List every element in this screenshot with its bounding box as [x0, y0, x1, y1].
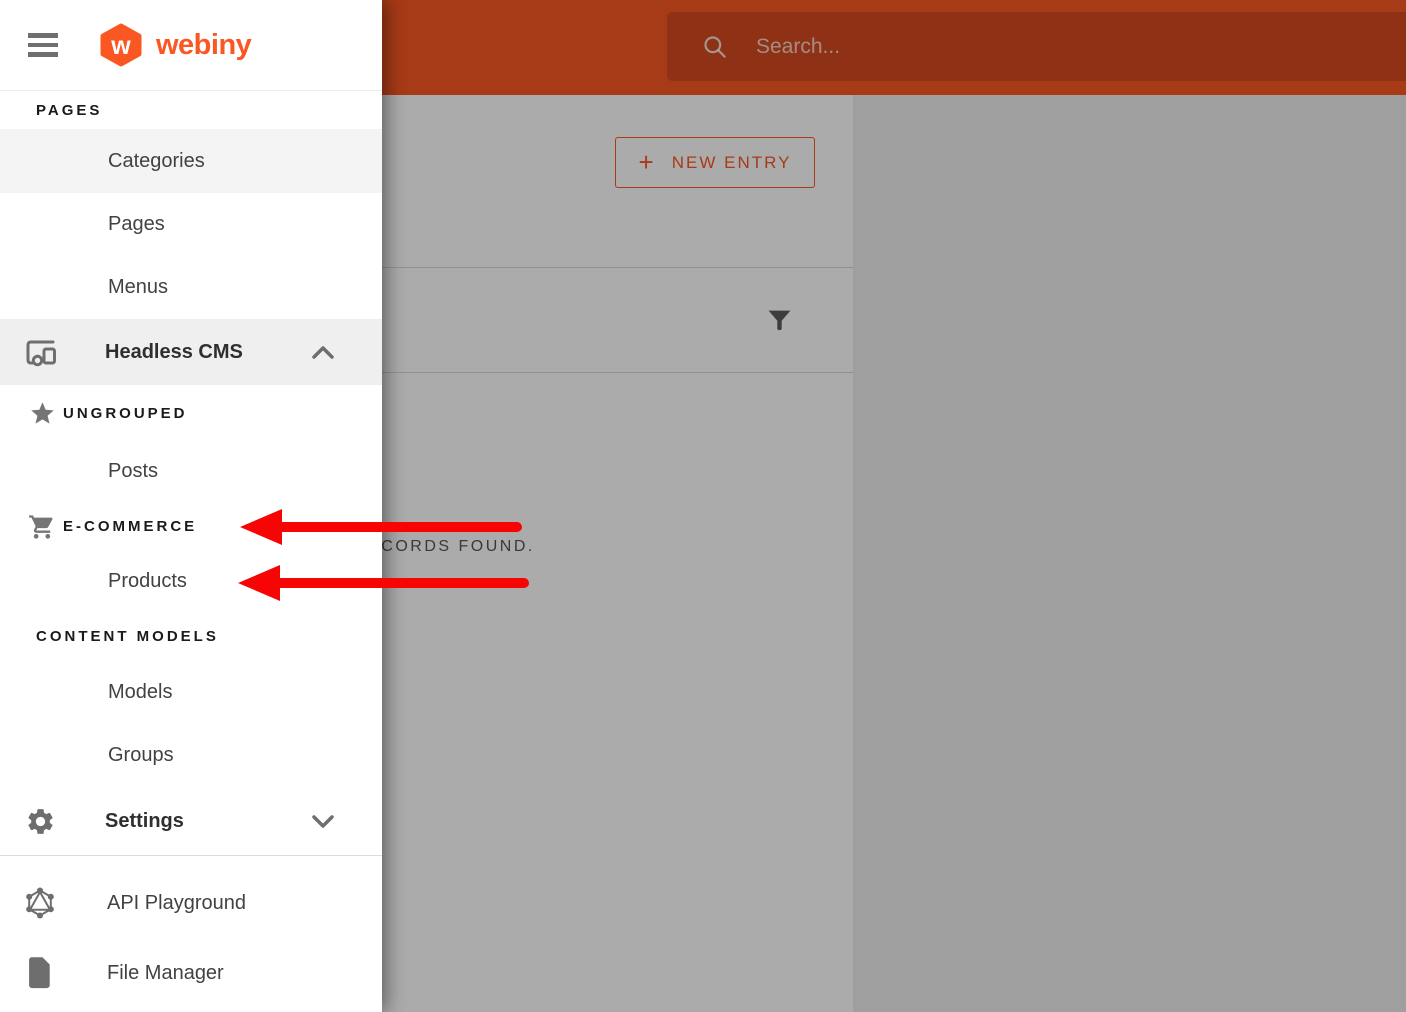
drawer-header: w webiny [0, 0, 382, 91]
webiny-wordmark: webiny [156, 29, 251, 62]
webiny-logo[interactable]: w webiny [99, 23, 251, 67]
webiny-hexagon-icon: w [99, 23, 143, 67]
sidebar-item-menus[interactable]: Menus [0, 256, 382, 319]
section-label-ungrouped: UNGROUPED [0, 385, 382, 442]
svg-text:w: w [110, 32, 131, 60]
star-icon [27, 400, 57, 427]
gear-icon [22, 806, 58, 837]
sidebar-item-categories[interactable]: Categories [0, 129, 382, 193]
menu-button[interactable] [28, 33, 58, 57]
sidebar-item-api-playground[interactable]: API Playground [0, 868, 382, 938]
section-label-content-models: CONTENT MODELS [0, 610, 382, 662]
chevron-down-icon [312, 815, 334, 829]
devices-icon [22, 334, 58, 370]
app-root: + NEW ENTRY NO RECORDS FOUND. w [0, 0, 1406, 1012]
sidebar-group-settings[interactable]: Settings [0, 788, 382, 855]
sidebar-item-file-manager[interactable]: File Manager [0, 938, 382, 1008]
section-label-e-commerce: E-COMMERCE [0, 500, 382, 553]
graphql-icon [22, 885, 58, 921]
drawer-nav: PAGES Categories Pages Menus [0, 91, 382, 1008]
navigation-drawer: w webiny PAGES Categories Pages Menus [0, 0, 382, 1012]
chevron-up-icon [312, 345, 334, 359]
file-icon [22, 956, 58, 990]
sidebar-item-posts[interactable]: Posts [0, 442, 382, 500]
sidebar-item-groups[interactable]: Groups [0, 722, 382, 788]
sidebar-item-products[interactable]: Products [0, 553, 382, 610]
sidebar-item-models[interactable]: Models [0, 662, 382, 722]
drawer-bottom-section: API Playground File Manager [0, 855, 382, 1008]
sidebar-item-pages[interactable]: Pages [0, 193, 382, 256]
section-label-pages: PAGES [0, 91, 382, 129]
cart-icon [27, 513, 57, 541]
sidebar-group-headless-cms[interactable]: Headless CMS [0, 319, 382, 385]
